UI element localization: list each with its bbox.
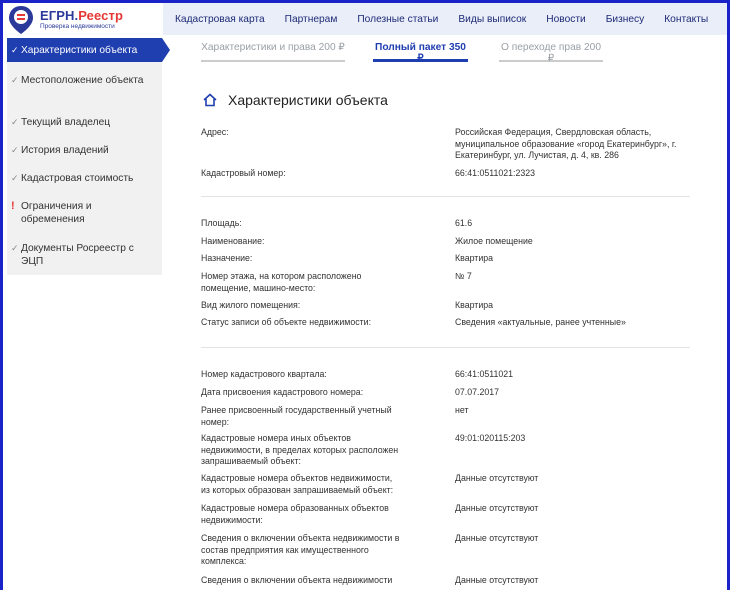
detail-value: 49:01:020115:203 (455, 433, 526, 443)
tab[interactable]: О переходе прав 200 ₽ (499, 42, 603, 64)
check-icon: ✓ (11, 243, 19, 253)
detail-label: Статус записи об объекте недвижимости: (201, 317, 372, 327)
detail-value: 07.07.2017 (455, 387, 500, 397)
home-icon (203, 93, 217, 107)
detail-label: Номер кадастрового квартала: (201, 369, 327, 379)
detail-value: Сведения «актуальные, ранее учтенные» (455, 317, 626, 327)
detail-value: нет (455, 405, 469, 415)
detail-label: Кадастровый номер: (201, 168, 286, 178)
tab[interactable]: Полный пакет 350 ₽ (373, 42, 468, 64)
nav-item[interactable]: Партнерам (285, 14, 338, 25)
check-icon: ✓ (11, 173, 19, 183)
detail-value: Данные отсутствуют (455, 473, 539, 483)
detail-label: Адрес: (201, 127, 229, 137)
sidebar-item-label: Ограничения и обременения (21, 201, 92, 225)
nav-item[interactable]: Виды выписок (458, 14, 526, 25)
detail-label: Кадастровые номера образованных объектов… (201, 503, 389, 525)
detail-label: Вид жилого помещения: (201, 300, 301, 310)
check-icon: ✓ (11, 45, 19, 55)
map-pin-icon (9, 6, 33, 34)
check-icon: ✓ (11, 75, 19, 85)
sidebar: ✓ Характеристики объекта ✓ Местоположение о… (7, 38, 170, 275)
sidebar-item-label: История владений (21, 145, 109, 156)
sidebar-item[interactable]: ✓ Характеристики объекта (7, 38, 170, 62)
sidebar-item-label: Кадастровая стоимость (21, 173, 134, 184)
detail-value: Квартира (455, 253, 494, 263)
detail-label: Наименование: (201, 236, 265, 246)
page: ЕГРН.Реестр Проверка недвижимости Кадаст… (3, 3, 727, 590)
nav-item[interactable]: Бизнесу (606, 14, 645, 25)
sidebar-item-label: Местоположение объекта (21, 75, 144, 86)
check-icon: ✓ (11, 145, 19, 155)
nav-item[interactable]: Кадастровая карта (175, 14, 265, 25)
nav-item[interactable]: Новости (546, 14, 585, 25)
check-icon: ✓ (11, 117, 19, 127)
detail-label: Кадастровые номера иных объектов недвижи… (201, 433, 399, 466)
detail-value: Данные отсутствуют (455, 503, 539, 513)
divider (201, 347, 690, 348)
detail-label: Номер этажа, на котором расположено поме… (201, 271, 362, 293)
nav-item[interactable]: Контакты (664, 14, 708, 25)
detail-label: Дата присвоения кадастрового номера: (201, 387, 364, 397)
detail-value: № 7 (455, 271, 472, 281)
detail-value: 61.6 (455, 218, 473, 228)
logo-subtitle: Проверка недвижимости (40, 23, 115, 30)
detail-label: Сведения о включении объекта недвижимост… (201, 533, 400, 566)
main-nav: Кадастровая карта Партнерам Полезные стать… (163, 3, 727, 35)
tab[interactable]: Характеристики и права 200 ₽ (201, 42, 345, 62)
section-title: Характеристики объекта (228, 92, 388, 108)
detail-label: Сведения о включении объекта недвижимост… (201, 575, 393, 585)
detail-value: Жилое помещение (455, 236, 533, 246)
header: ЕГРН.Реестр Проверка недвижимости Кадаст… (3, 3, 727, 35)
logo-title: ЕГРН.Реестр (40, 8, 123, 23)
detail-value: 66:41:0511021 (455, 369, 514, 379)
detail-value: 66:41:0511021:2323 (455, 168, 536, 178)
sidebar-item-label: Характеристики объекта (21, 45, 138, 56)
detail-label: Площадь: (201, 218, 242, 228)
detail-label: Ранее присвоенный государственный учетны… (201, 405, 392, 427)
detail-label: Назначение: (201, 253, 253, 263)
logo[interactable]: ЕГРН.Реестр Проверка недвижимости (7, 5, 167, 35)
sidebar-item-label: Текущий владелец (21, 117, 111, 128)
detail-label: Кадастровые номера объектов недвижимости… (201, 473, 394, 495)
detail-value: Данные отсутствуют (455, 575, 539, 585)
nav-item[interactable]: Полезные статьи (357, 14, 438, 25)
warning-icon: ! (11, 200, 15, 212)
detail-value: Российская Федерация, Свердловская облас… (455, 127, 677, 160)
detail-value: Квартира (455, 300, 494, 310)
divider (201, 196, 690, 197)
sidebar-item-label: Документы Росреестр с ЭЦП (21, 243, 134, 267)
detail-value: Данные отсутствуют (455, 533, 539, 543)
